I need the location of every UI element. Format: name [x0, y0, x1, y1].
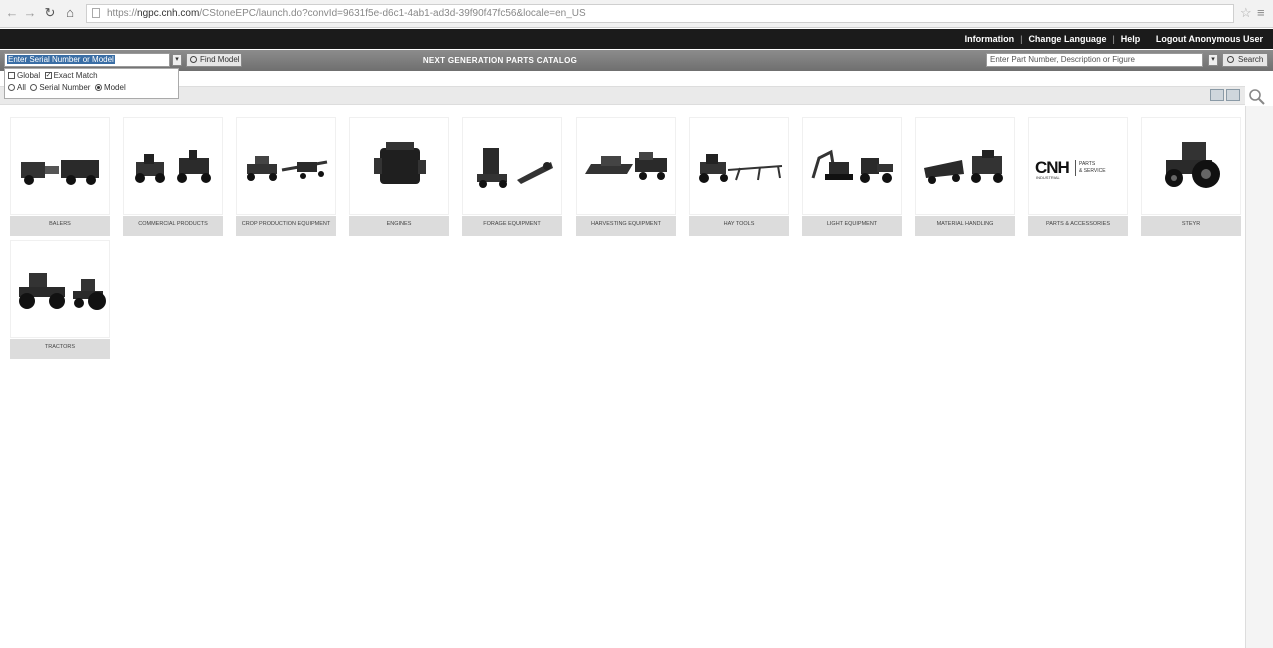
forage-icon	[477, 148, 553, 188]
planter-icon	[247, 156, 328, 181]
help-link[interactable]: Help	[1117, 34, 1145, 44]
change-language-link[interactable]: Change Language	[1024, 34, 1110, 44]
grid-view-icon[interactable]	[1226, 89, 1240, 101]
nav-separator: |	[1112, 34, 1115, 44]
search-label: Search	[1238, 55, 1264, 64]
home-icon[interactable]: ⌂	[62, 5, 78, 21]
category-label: HARVESTING EQUIPMENT	[576, 216, 676, 236]
url-path: /CStoneEPC/launch.do?convId=9631f5e-d6c1…	[199, 8, 586, 19]
search-strip: Enter Serial Number or Model ▾ Find Mode…	[0, 50, 1273, 71]
information-link[interactable]: Information	[961, 34, 1019, 44]
model-label: Model	[103, 83, 126, 92]
category-label: HAY TOOLS	[689, 216, 789, 236]
category-label: LIGHT EQUIPMENT	[802, 216, 902, 236]
engine-icon	[374, 142, 426, 184]
all-label: All	[17, 83, 26, 92]
category-label: BALERS	[10, 216, 110, 236]
tile-image	[915, 117, 1015, 215]
category-label: CROP PRODUCTION EQUIPMENT	[236, 216, 336, 236]
cnh-logo-sub: INDUSTRIAL	[1036, 175, 1060, 180]
reload-icon[interactable]: ↻	[42, 5, 58, 21]
list-view-icon[interactable]	[1210, 89, 1224, 101]
url-field[interactable]: https://ngpc.cnh.com/CStoneEPC/launch.do…	[86, 4, 1234, 23]
page-icon	[92, 8, 100, 18]
global-label: Global	[17, 71, 41, 80]
hay-tool-icon	[699, 154, 783, 183]
forward-icon[interactable]: →	[22, 5, 38, 21]
bookmark-star-icon[interactable]: ☆	[1240, 5, 1252, 21]
category-label: ENGINES	[349, 216, 449, 236]
browser-address-bar: ← → ↻ ⌂ https://ngpc.cnh.com/CStoneEPC/l…	[0, 0, 1273, 28]
baler-icon	[21, 160, 99, 185]
tractors-icon	[19, 273, 106, 310]
category-label: TRACTORS	[10, 339, 110, 359]
tile-image	[349, 117, 449, 215]
zoom-search-icon[interactable]	[1248, 88, 1266, 106]
category-label: PARTS & ACCESSORIES	[1028, 216, 1128, 236]
cnh-logo-tag1: PARTS	[1079, 161, 1096, 167]
back-icon[interactable]: ←	[4, 5, 20, 21]
all-radio[interactable]	[8, 84, 15, 92]
logout-link[interactable]: Logout Anonymous User	[1152, 34, 1267, 44]
category-label: MATERIAL HANDLING	[915, 216, 1015, 236]
excavator-icon	[811, 149, 893, 183]
url-prefix: https://	[107, 8, 138, 19]
search-options-popup: Global ✓ Exact Match All Serial Number Mo…	[4, 68, 179, 99]
tile-image: CNH INDUSTRIAL PARTS & SERVICE	[1028, 117, 1128, 215]
tile-image	[689, 117, 789, 215]
tractor-icon	[1165, 142, 1220, 188]
search-button[interactable]: Search	[1222, 53, 1268, 67]
combine-header-icon	[585, 152, 667, 180]
serial-number-radio[interactable]	[30, 84, 38, 92]
tile-image	[236, 117, 336, 215]
cnh-logo: CNH INDUSTRIAL PARTS & SERVICE	[1035, 158, 1125, 180]
model-radio[interactable]	[94, 84, 102, 92]
tile-image	[576, 117, 676, 215]
global-checkbox[interactable]	[8, 72, 15, 80]
tile-image	[462, 117, 562, 215]
tile-image	[10, 240, 110, 338]
logo-divider	[1075, 160, 1076, 176]
tile-image	[1141, 117, 1241, 215]
material-handling-icon	[924, 150, 1003, 184]
category-label: FORAGE EQUIPMENT	[462, 216, 562, 236]
toolbar-strip	[0, 86, 1245, 105]
browser-menu-icon[interactable]: ≡	[1257, 5, 1265, 20]
cnh-logo-tag2: & SERVICE	[1079, 168, 1106, 174]
vertical-scrollbar[interactable]	[1245, 106, 1273, 648]
part-search-input[interactable]: Enter Part Number, Description or Figure	[986, 53, 1203, 67]
part-dropdown-icon[interactable]: ▾	[1208, 54, 1218, 66]
exact-match-label: Exact Match	[53, 71, 98, 80]
serial-number-label: Serial Number	[39, 83, 91, 92]
category-label: COMMERCIAL PRODUCTS	[123, 216, 223, 236]
magnifier-icon	[1227, 56, 1234, 63]
exact-match-checkbox[interactable]: ✓	[44, 72, 52, 80]
tile-image	[802, 117, 902, 215]
mower-icon	[135, 150, 211, 183]
tile-image	[10, 117, 110, 215]
url-host: ngpc.cnh.com	[137, 8, 200, 19]
top-nav-bar: Information | Change Language | Help Logout …	[0, 29, 1273, 49]
tile-image	[123, 117, 223, 215]
category-label: STEYR	[1141, 216, 1241, 236]
